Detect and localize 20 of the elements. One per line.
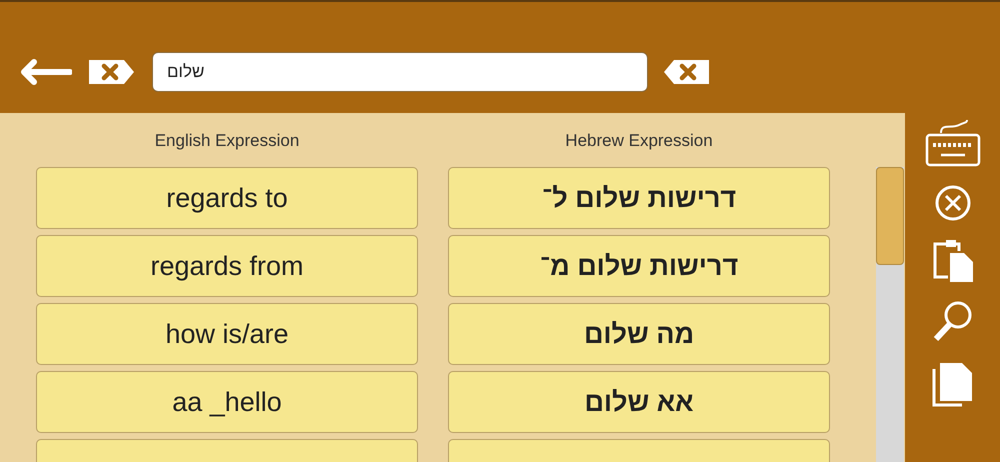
english-expression[interactable]: how is/are	[36, 303, 418, 365]
copy-icon[interactable]	[932, 361, 974, 407]
hebrew-expression[interactable]: אא שלום	[448, 371, 830, 433]
backspace-icon[interactable]	[662, 58, 712, 86]
scrollbar[interactable]	[876, 167, 904, 462]
back-button[interactable]	[20, 58, 72, 86]
keyboard-icon[interactable]	[924, 119, 980, 167]
english-expression[interactable]: aa _hello	[36, 371, 418, 433]
backspace-icon[interactable]	[86, 58, 136, 86]
hebrew-expression[interactable]: דרישות שלום מ־	[448, 235, 830, 297]
paste-icon[interactable]	[932, 239, 974, 283]
search-field[interactable]: שלום	[152, 52, 648, 92]
scroll-thumb[interactable]	[876, 167, 904, 265]
close-icon[interactable]	[932, 183, 972, 223]
english-column-header: English Expression	[154, 131, 300, 152]
english-expression[interactable]: regards to	[36, 167, 418, 229]
english-expression[interactable]: regards from	[36, 235, 418, 297]
hebrew-column-header: Hebrew Expression	[564, 131, 714, 152]
hebrew-expression[interactable]: מה שלום	[448, 303, 830, 365]
hebrew-expression[interactable]: דרישות שלום ל־	[448, 167, 830, 229]
